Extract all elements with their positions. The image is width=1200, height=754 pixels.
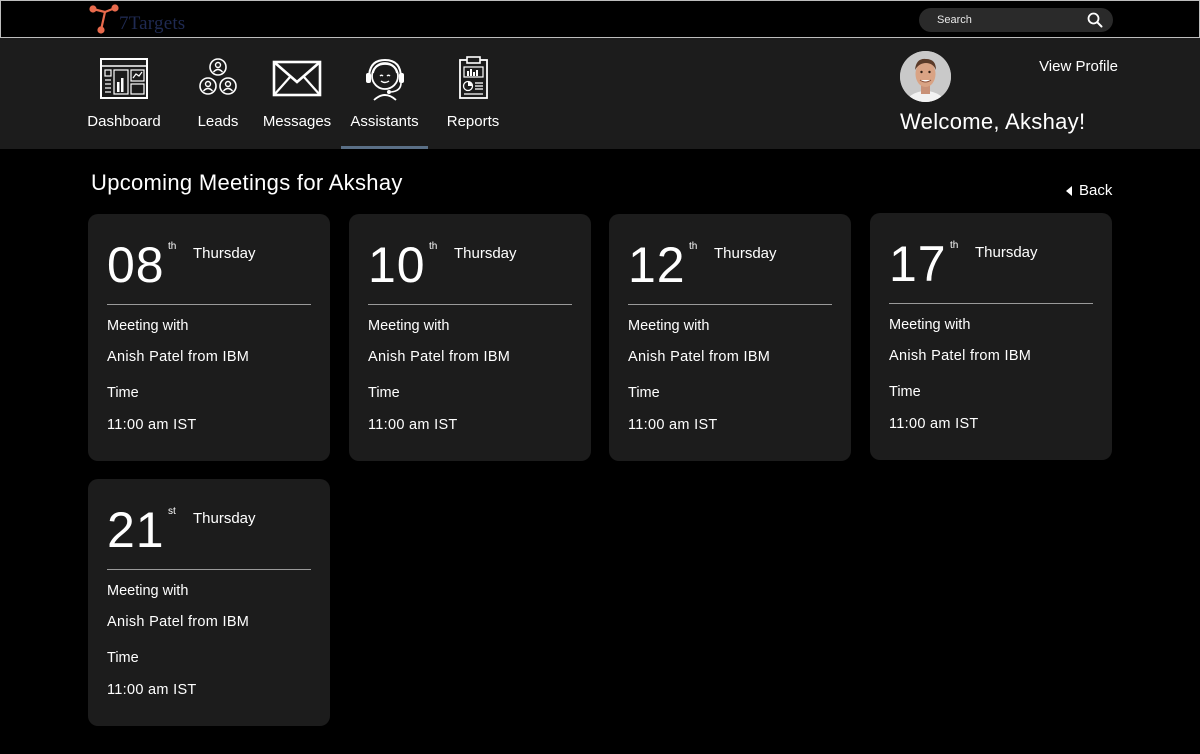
meeting-time: 11:00 am IST (628, 417, 718, 433)
search-input[interactable] (919, 8, 1079, 32)
caret-left-icon (1066, 186, 1072, 196)
meeting-weekday: Thursday (454, 245, 517, 262)
card-divider (889, 303, 1093, 304)
meeting-day-suffix: st (168, 506, 176, 517)
meeting-attendee: Anish Patel from IBM (628, 349, 771, 365)
meeting-with-label: Meeting with (107, 318, 189, 334)
main-nav-bar: Dashboard Leads Messages Assistants Repo… (0, 38, 1200, 149)
meeting-attendee: Anish Patel from IBM (368, 349, 511, 365)
meeting-day-suffix: th (168, 241, 177, 252)
nav-item-leads[interactable]: Leads (190, 38, 246, 149)
meeting-day: 12 (628, 237, 686, 293)
meeting-time: 11:00 am IST (107, 417, 197, 433)
meeting-day: 17 (889, 236, 947, 292)
meeting-time-label: Time (107, 650, 139, 666)
meeting-day-suffix: th (950, 240, 959, 251)
meeting-card[interactable]: 17 th Thursday Meeting with Anish Patel … (870, 213, 1112, 460)
top-bar: 7Targets (0, 0, 1200, 38)
report-clipboard-icon (459, 56, 488, 99)
card-divider (107, 569, 311, 570)
nav-item-reports[interactable]: Reports (444, 38, 502, 149)
meeting-weekday: Thursday (975, 244, 1038, 261)
nav-item-label: Leads (197, 113, 239, 130)
meeting-with-label: Meeting with (889, 317, 971, 333)
meeting-time: 11:00 am IST (889, 416, 979, 432)
back-label: Back (1079, 182, 1113, 199)
brand-logo-mark-icon (89, 4, 119, 34)
envelope-icon (272, 60, 322, 97)
nav-item-label: Reports (446, 113, 500, 130)
brand-name: 7Targets (119, 13, 186, 34)
card-divider (368, 304, 572, 305)
meeting-day-suffix: th (689, 241, 698, 252)
meeting-time: 11:00 am IST (107, 682, 197, 698)
search-box (919, 8, 1113, 32)
meeting-attendee: Anish Patel from IBM (107, 349, 250, 365)
search-icon[interactable] (1087, 12, 1103, 28)
meeting-attendee: Anish Patel from IBM (889, 348, 1032, 364)
meeting-weekday: Thursday (193, 510, 256, 527)
meeting-time-label: Time (628, 385, 660, 401)
back-button[interactable]: Back (1066, 182, 1112, 199)
meeting-with-label: Meeting with (107, 583, 189, 599)
meeting-card[interactable]: 21 st Thursday Meeting with Anish Patel … (88, 479, 330, 726)
brand-logo[interactable]: 7Targets (87, 3, 207, 35)
card-divider (628, 304, 832, 305)
meeting-time-label: Time (368, 385, 400, 401)
meeting-attendee: Anish Patel from IBM (107, 614, 250, 630)
nav-item-label: Dashboard (87, 113, 161, 130)
nav-item-assistants[interactable]: Assistants (341, 38, 428, 149)
meeting-weekday: Thursday (714, 245, 777, 262)
user-avatar-icon (900, 51, 951, 102)
meeting-time-label: Time (889, 384, 921, 400)
headset-assistant-icon (365, 58, 404, 101)
meeting-day: 08 (107, 237, 165, 293)
meeting-day: 10 (368, 237, 426, 293)
nav-item-dashboard[interactable]: Dashboard (86, 38, 162, 149)
card-divider (107, 304, 311, 305)
meeting-time-label: Time (107, 385, 139, 401)
meeting-with-label: Meeting with (368, 318, 450, 334)
welcome-message: Welcome, Akshay! (900, 109, 1086, 134)
leads-icon (199, 58, 237, 95)
meeting-card[interactable]: 12 th Thursday Meeting with Anish Patel … (609, 214, 851, 461)
meeting-day: 21 (107, 502, 165, 558)
meeting-card[interactable]: 08 th Thursday Meeting with Anish Patel … (88, 214, 330, 461)
view-profile-link[interactable]: View Profile (1018, 58, 1118, 75)
nav-item-messages[interactable]: Messages (262, 38, 332, 149)
avatar[interactable] (900, 51, 951, 102)
dashboard-icon (100, 58, 148, 99)
meeting-time: 11:00 am IST (368, 417, 458, 433)
page-title: Upcoming Meetings for Akshay (91, 170, 403, 195)
nav-item-label: Messages (262, 113, 332, 130)
meeting-day-suffix: th (429, 241, 438, 252)
meeting-with-label: Meeting with (628, 318, 710, 334)
nav-item-label: Assistants (350, 113, 419, 130)
meeting-card[interactable]: 10 th Thursday Meeting with Anish Patel … (349, 214, 591, 461)
meeting-weekday: Thursday (193, 245, 256, 262)
